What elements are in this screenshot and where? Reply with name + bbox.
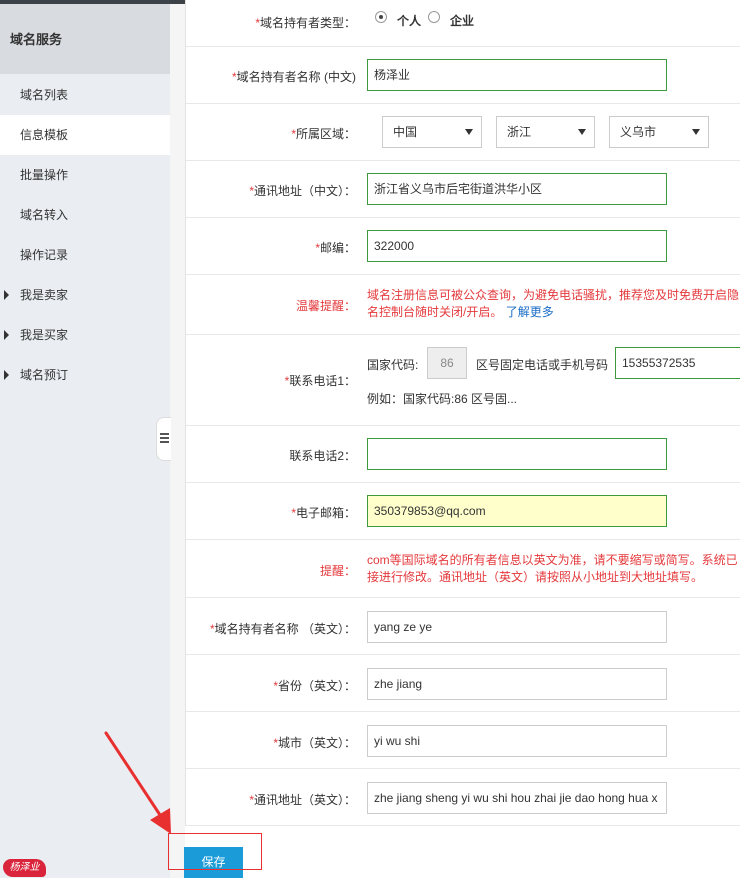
sidebar-item-domain-list[interactable]: 域名列表 — [0, 75, 170, 115]
phone-number-label: 区号固定电话或手机号码 — [476, 358, 609, 372]
row-region: *所属区域： 中国 浙江 义乌市 — [186, 104, 740, 161]
address-en-input[interactable]: zhe jiang sheng yi wu shi hou zhai jie d… — [367, 782, 667, 814]
row-holder-type: *域名持有者类型： 个人 企业 — [186, 0, 740, 47]
row-postcode: *邮编： 322000 — [186, 218, 740, 275]
sidebar-item-label: 域名列表 — [20, 88, 69, 102]
row-address-en: *通讯地址（英文）： zhe jiang sheng yi wu shi hou… — [186, 769, 740, 826]
caret-right-icon — [4, 290, 9, 300]
sidebar-item-op-log[interactable]: 操作记录 — [0, 235, 170, 275]
caret-right-icon — [4, 330, 9, 340]
english-info-tip-text: com等国际域名的所有者信息以英文为准，请不要缩写或简写。系统已 接进行修改。通… — [367, 553, 738, 584]
privacy-tip-text: 域名注册信息可被公众查询，为避免电话骚扰，推荐您及时免费开启隐 名控制台随时关闭… — [367, 288, 740, 319]
row-holder-name-en: *域名持有者名称 （英文）： yang ze ye — [186, 598, 740, 655]
sidebar-item-seller[interactable]: 我是卖家 — [0, 275, 170, 315]
holder-name-en-label: *域名持有者名称 （英文）： — [209, 622, 356, 636]
radio-individual-label: 个人 — [397, 14, 422, 28]
holder-type-label: *域名持有者类型： — [255, 16, 356, 30]
holder-name-cn-input[interactable]: 杨泽业 — [367, 59, 667, 91]
sidebar: 域名服务 域名列表 信息模板 批量操作 域名转入 操作记录 我是卖家 我是买家 … — [0, 4, 170, 878]
row-email: *电子邮箱： 350379853@qq.com — [186, 483, 740, 540]
province-en-label: *省份（英文）： — [273, 679, 356, 693]
sidebar-item-label: 域名预订 — [20, 368, 69, 382]
radio-individual[interactable] — [375, 11, 387, 23]
registrant-form: *域名持有者类型： 个人 企业 *域名持有者名称 (中文) 杨泽业 *所属区域：… — [185, 0, 740, 826]
email-input[interactable]: 350379853@qq.com — [367, 495, 667, 527]
phone-2-label: 联系电话2： — [289, 449, 356, 463]
learn-more-link[interactable]: 了解更多 — [506, 305, 554, 319]
phone-1-label: *联系电话1： — [284, 374, 356, 388]
sidebar-item-buyer[interactable]: 我是买家 — [0, 315, 170, 355]
country-code-label: 国家代码: — [367, 358, 419, 372]
sidebar-toggle[interactable] — [156, 417, 171, 461]
sidebar-item-label: 信息模板 — [20, 128, 69, 142]
menu-collapse-icon — [160, 433, 169, 444]
address-cn-input[interactable]: 浙江省义乌市后宅街道洪华小区 — [367, 173, 667, 205]
address-cn-label: *通讯地址（中文）： — [249, 184, 356, 198]
city-select[interactable]: 义乌市 — [609, 116, 709, 148]
caret-right-icon — [4, 370, 9, 380]
row-phone-1: *联系电话1： 国家代码: 86 区号固定电话或手机号码 15355372535… — [186, 335, 740, 426]
radio-company[interactable] — [428, 11, 440, 23]
radio-company-label: 企业 — [450, 14, 475, 28]
row-tip-privacy: 温馨提醒： 域名注册信息可被公众查询，为避免电话骚扰，推荐您及时免费开启隐 名控… — [186, 275, 740, 335]
city-en-label: *城市（英文）： — [273, 736, 356, 750]
save-button[interactable]: 保存 — [184, 847, 243, 878]
holder-name-en-input[interactable]: yang ze ye — [367, 611, 667, 643]
row-holder-name-cn: *域名持有者名称 (中文) 杨泽业 — [186, 47, 740, 104]
chevron-down-icon — [692, 129, 700, 135]
phone-1-input[interactable]: 15355372535 — [615, 347, 740, 379]
postcode-input[interactable]: 322000 — [367, 230, 667, 262]
sidebar-item-label: 操作记录 — [20, 248, 69, 262]
content-gutter — [170, 4, 185, 878]
sidebar-title: 域名服务 — [0, 4, 170, 74]
phone-example-text: 例如：国家代码:86 区号固... — [367, 392, 518, 406]
watermark-seal: 杨泽业 — [3, 859, 46, 877]
region-label: *所属区域： — [291, 127, 356, 141]
sidebar-item-info-template[interactable]: 信息模板 — [0, 115, 170, 155]
sidebar-item-label: 我是买家 — [20, 328, 69, 342]
sidebar-item-preorder[interactable]: 域名预订 — [0, 355, 170, 395]
country-code-field: 86 — [427, 347, 467, 379]
postcode-label: *邮编： — [315, 241, 356, 255]
row-city-en: *城市（英文）： yi wu shi — [186, 712, 740, 769]
row-address-cn: *通讯地址（中文）： 浙江省义乌市后宅街道洪华小区 — [186, 161, 740, 218]
sidebar-item-domain-transfer[interactable]: 域名转入 — [0, 195, 170, 235]
row-tip-english: 提醒： com等国际域名的所有者信息以英文为准，请不要缩写或简写。系统已 接进行… — [186, 540, 740, 598]
sidebar-menu: 域名列表 信息模板 批量操作 域名转入 操作记录 我是卖家 我是买家 域名预订 — [0, 75, 170, 395]
chevron-down-icon — [465, 129, 473, 135]
chevron-down-icon — [578, 129, 586, 135]
sidebar-item-batch-ops[interactable]: 批量操作 — [0, 155, 170, 195]
holder-name-cn-label: *域名持有者名称 (中文) — [232, 70, 356, 84]
tip-label: 温馨提醒： — [295, 299, 356, 313]
reminder-label: 提醒： — [319, 564, 356, 578]
phone-2-input[interactable] — [367, 438, 667, 470]
row-province-en: *省份（英文）： zhe jiang — [186, 655, 740, 712]
address-en-label: *通讯地址（英文）： — [249, 793, 356, 807]
province-en-input[interactable]: zhe jiang — [367, 668, 667, 700]
city-en-input[interactable]: yi wu shi — [367, 725, 667, 757]
sidebar-item-label: 我是卖家 — [20, 288, 69, 302]
sidebar-item-label: 批量操作 — [20, 168, 69, 182]
sidebar-item-label: 域名转入 — [20, 208, 69, 222]
row-phone-2: 联系电话2： — [186, 426, 740, 483]
email-label: *电子邮箱： — [291, 506, 356, 520]
country-select[interactable]: 中国 — [382, 116, 482, 148]
province-select[interactable]: 浙江 — [496, 116, 595, 148]
